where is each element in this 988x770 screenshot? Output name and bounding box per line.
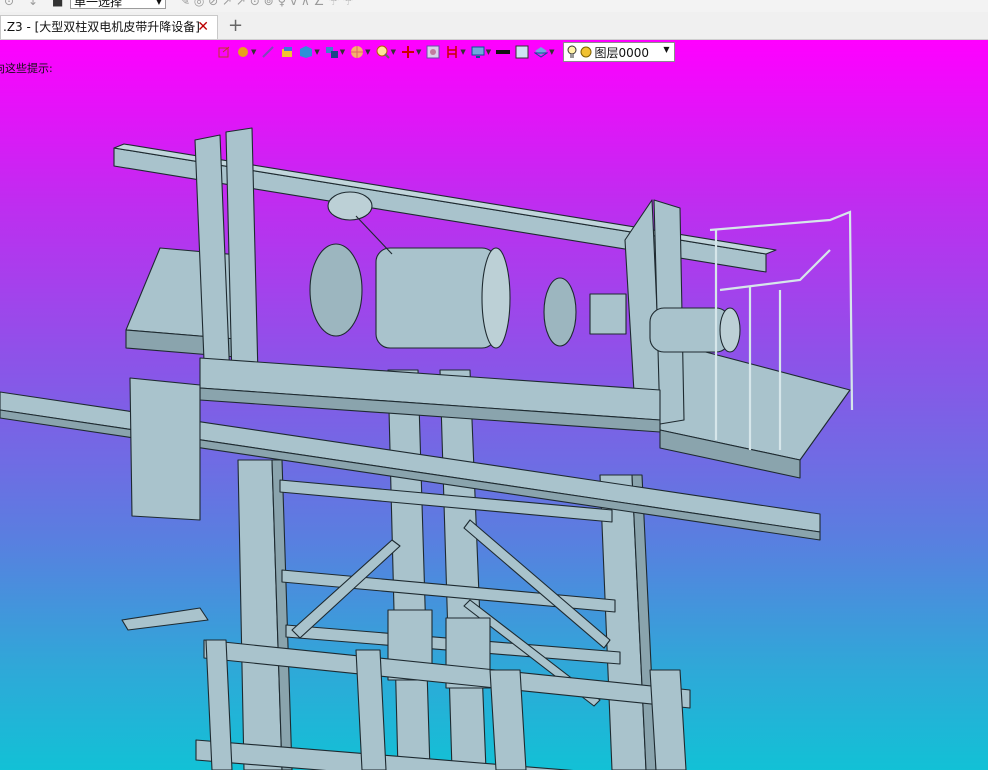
new-tab-button[interactable]: +: [228, 15, 243, 37]
pulley-upper: [327, 191, 373, 221]
solid-tool[interactable]: [279, 42, 295, 62]
gearbox-flange: [481, 247, 511, 349]
render-icon: [351, 46, 364, 58]
multi-view-icon: [325, 47, 338, 58]
selection-mode-value: 单一选择: [74, 0, 123, 9]
close-icon[interactable]: ✕: [197, 16, 209, 39]
center-column: [387, 369, 431, 770]
sketch-icon: [218, 46, 230, 58]
pan-tool[interactable]: ▼: [235, 42, 257, 62]
layer-select[interactable]: 图层0000 ▼: [562, 42, 675, 62]
belt: [355, 215, 393, 255]
filter-icon[interactable]: ■: [52, 0, 63, 8]
bearing-block: [589, 293, 627, 335]
chevron-down-icon: ▼: [460, 48, 466, 56]
document-tab[interactable]: .Z3 - [大型双柱双电机皮带升降设备] ✕: [0, 15, 218, 39]
lower-post: [489, 669, 527, 770]
chevron-down-icon: ▼: [251, 48, 257, 56]
chevron-down-icon: ▼: [365, 48, 371, 56]
line-color-tool[interactable]: [495, 42, 511, 62]
sprocket-left: [309, 243, 363, 337]
chevron-down-icon: ▼: [415, 48, 422, 56]
line-color-icon: [496, 50, 511, 54]
chevron-down-icon: ▼: [549, 48, 555, 56]
line-icon: [262, 46, 275, 58]
gearbox-motor: [375, 247, 497, 349]
chevron-down-icon: ▼: [314, 48, 320, 56]
chevron-down-icon: ▼: [155, 0, 162, 6]
motor-right: [649, 307, 731, 353]
axis-tool[interactable]: ▼: [400, 42, 422, 62]
multi-view-tool[interactable]: ▼: [324, 42, 346, 62]
section-tool[interactable]: [425, 42, 441, 62]
solid-icon: [282, 47, 293, 57]
pan-icon: [238, 47, 248, 57]
view-toolbar: ▼ ▼ ▼ ▼ ▼ ▼ ▼ ▼ ▼ 图层0000 ▼: [216, 40, 675, 64]
sketch-tool[interactable]: [216, 42, 232, 62]
chevron-down-icon: ▼: [663, 45, 670, 54]
document-tab-title: .Z3 - [大型双柱双电机皮带升降设备]: [3, 20, 200, 34]
layer-color-icon: [580, 46, 592, 58]
chevron-down-icon: ▼: [485, 48, 492, 56]
3d-viewport[interactable]: 向这些提示: ▼ ▼ ▼ ▼ ▼ ▼ ▼: [0, 40, 988, 770]
bulb-icon[interactable]: [567, 45, 577, 59]
layer-stack-tool[interactable]: ▼: [533, 42, 555, 62]
ribbon-tool-icon[interactable]: ↕: [28, 0, 38, 8]
cube-tool[interactable]: ▼: [298, 42, 320, 62]
bracket-tool[interactable]: ▼: [444, 42, 466, 62]
line-tool[interactable]: [260, 42, 276, 62]
selection-mode-select[interactable]: 单一选择 ▼: [70, 0, 166, 9]
fill-color-icon: [515, 45, 529, 59]
chevron-down-icon: ▼: [390, 48, 396, 56]
chevron-down-icon: ▼: [339, 48, 346, 56]
center-column: [439, 369, 487, 770]
display-tool[interactable]: ▼: [470, 42, 492, 62]
cable-chain: [121, 607, 209, 631]
assembly-model[interactable]: [0, 40, 988, 770]
ribbon-tool-icon[interactable]: ✎ ◎ ⊘ ↗ ↗ ⊙ ⊚ ♀ ⅴ ∧ ∠ ☂ ☂: [180, 0, 354, 8]
zoom-tool[interactable]: ▼: [375, 42, 397, 62]
display-icon: [471, 46, 485, 58]
layer-stack-icon: [534, 47, 549, 58]
section-icon: [426, 45, 440, 59]
cube-icon: [300, 46, 313, 58]
axis-icon: [401, 46, 414, 58]
layer-value: 图层0000: [594, 45, 650, 60]
zoom-icon: [376, 45, 390, 59]
coupling: [543, 277, 577, 347]
lower-post: [649, 669, 687, 770]
frame-post: [225, 127, 259, 381]
render-tool[interactable]: ▼: [349, 42, 371, 62]
ribbon-tool-icon[interactable]: ⊙: [4, 0, 14, 8]
prompt-hint-text: 向这些提示:: [0, 62, 53, 75]
side-panel: [129, 377, 201, 521]
bracket-icon: [447, 46, 458, 58]
fill-color-tool[interactable]: [514, 42, 530, 62]
document-tab-bar: .Z3 - [大型双柱双电机皮带升降设备] ✕ +: [0, 12, 988, 40]
motor-right-cap: [719, 307, 741, 353]
